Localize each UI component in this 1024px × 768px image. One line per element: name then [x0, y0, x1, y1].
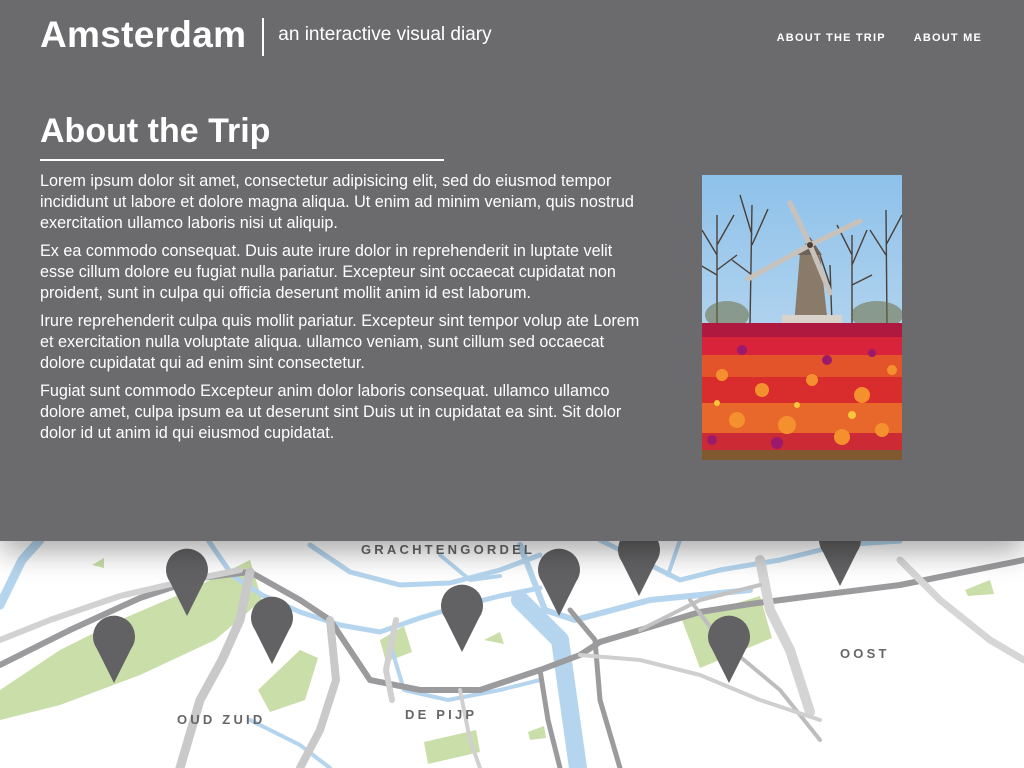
title-underline: [40, 159, 444, 161]
map-pin-icon[interactable]: [92, 615, 136, 685]
site-title[interactable]: Amsterdam: [40, 14, 246, 56]
nav-about-the-trip[interactable]: ABOUT THE TRIP: [777, 32, 886, 44]
map-pin-icon[interactable]: [165, 548, 209, 618]
paragraph: Irure reprehenderit culpa quis mollit pa…: [40, 312, 640, 372]
district-label-oud-zuid: OUD ZUID: [177, 712, 266, 727]
district-label-de-pijp: DE PIJP: [405, 707, 478, 722]
brand-divider: [262, 18, 265, 56]
trip-description: Lorem ipsum dolor sit amet, consectetur …: [40, 171, 640, 451]
nav-about-me[interactable]: ABOUT ME: [914, 32, 982, 44]
paragraph: Lorem ipsum dolor sit amet, consectetur …: [40, 172, 634, 232]
map-pin-icon[interactable]: [707, 615, 751, 685]
paragraph: Fugiat sunt commodo Excepteur anim dolor…: [40, 382, 622, 442]
map-pin-icon[interactable]: [250, 596, 294, 666]
windmill-tulips-photo: [702, 175, 902, 460]
site-brand: Amsterdam an interactive visual diary: [40, 14, 492, 56]
site-tagline: an interactive visual diary: [278, 24, 492, 45]
map-pin-icon[interactable]: [537, 548, 581, 618]
district-label-oost: OOST: [840, 646, 890, 661]
section-title: About the Trip: [40, 112, 271, 150]
paragraph: Ex ea commodo consequat. Duis aute irure…: [40, 242, 616, 302]
map-pin-icon[interactable]: [440, 584, 484, 654]
district-label-grachtengordel: GRACHTENGORDEL: [361, 542, 536, 557]
top-nav: ABOUT THE TRIP ABOUT ME: [777, 32, 982, 44]
about-overlay-panel: Amsterdam an interactive visual diary AB…: [0, 0, 1024, 541]
